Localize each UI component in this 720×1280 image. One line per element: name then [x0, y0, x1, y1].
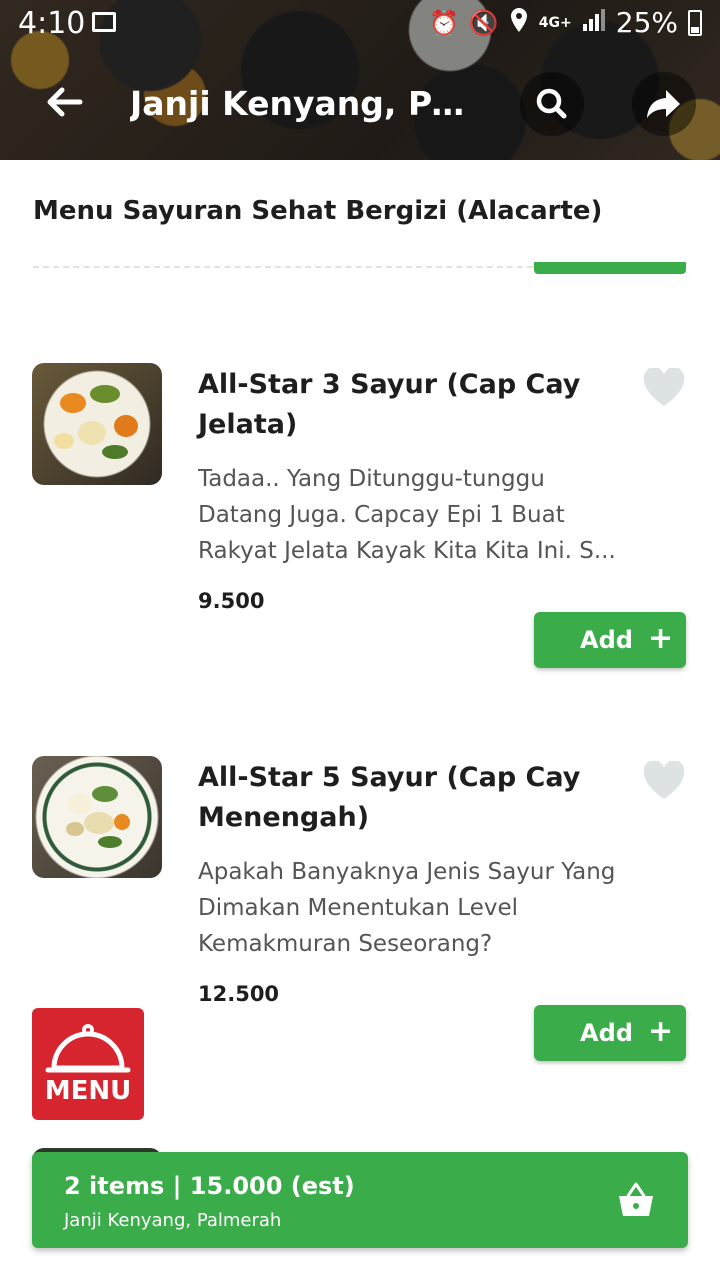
battery-icon — [688, 9, 702, 36]
signal-icon — [582, 6, 606, 39]
alarm-icon: ⏰ — [429, 8, 459, 37]
back-button[interactable] — [42, 80, 92, 130]
heart-icon — [643, 367, 685, 406]
restaurant-header: 4:10 ⏰ 🔇 4G+ 25% Janji Kenyang, Pal... — [0, 0, 720, 160]
status-bar: 4:10 ⏰ 🔇 4G+ 25% — [0, 0, 720, 50]
menu-button[interactable]: MENU — [32, 1008, 144, 1120]
menu-button-label: MENU — [44, 1076, 132, 1106]
search-button[interactable] — [520, 72, 584, 136]
item-price: 9.500 — [198, 589, 265, 613]
heart-icon — [643, 760, 685, 799]
section-title: Menu Sayuran Sehat Bergizi (Alacarte) — [33, 196, 603, 226]
add-label: Add — [580, 626, 633, 654]
share-button[interactable] — [632, 72, 696, 136]
favorite-button[interactable] — [642, 760, 686, 801]
cart-store-name: Janji Kenyang, Palmerah — [64, 1210, 282, 1231]
cloche-icon — [45, 1024, 131, 1073]
search-icon — [536, 88, 567, 119]
share-arrow-icon — [647, 90, 680, 118]
basket-icon — [616, 1180, 656, 1220]
cart-summary: 2 items | 15.000 (est) — [64, 1172, 355, 1200]
network-type: 4G+ — [538, 14, 572, 31]
add-label: Add — [580, 1019, 633, 1047]
cart-bar[interactable]: 2 items | 15.000 (est) Janji Kenyang, Pa… — [32, 1152, 688, 1248]
item-price: 12.500 — [198, 982, 280, 1006]
item-photo — [32, 756, 162, 878]
mute-icon: 🔇 — [468, 8, 499, 37]
section-divider — [33, 266, 533, 268]
arrow-left-icon — [47, 87, 83, 117]
favorite-button[interactable] — [642, 367, 686, 408]
location-icon — [509, 7, 529, 39]
status-indicators: ⏰ 🔇 4G+ 25% — [429, 6, 702, 39]
add-button[interactable]: Add + — [534, 612, 686, 668]
plus-icon: + — [648, 621, 674, 656]
item-description: Tadaa.. Yang Ditunggu-tunggu Datang Juga… — [198, 466, 616, 564]
status-time: 4:10 — [18, 6, 86, 41]
item-description: Apakah Banyaknya Jenis Sayur Yang Dimaka… — [198, 859, 616, 957]
item-name: All-Star 5 Sayur (Cap Cay Menengah) — [198, 762, 581, 833]
plus-icon: + — [648, 1014, 674, 1049]
item-photo — [32, 363, 162, 485]
category-tab-indicator — [534, 262, 686, 274]
add-button[interactable]: Add + — [534, 1005, 686, 1061]
app-bar: Janji Kenyang, Pal... — [0, 60, 720, 150]
item-name: All-Star 3 Sayur (Cap Cay Jelata) — [198, 369, 581, 440]
page-title: Janji Kenyang, Pal... — [130, 84, 470, 123]
gallery-notification-icon — [92, 12, 116, 32]
battery-percent: 25% — [615, 6, 678, 39]
